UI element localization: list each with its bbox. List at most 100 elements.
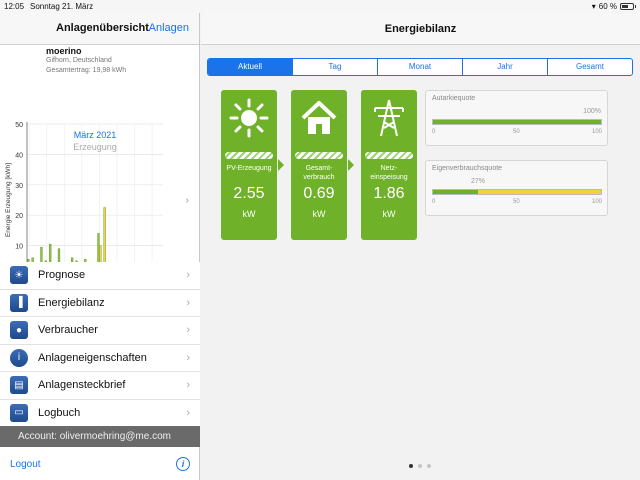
axis-label: 100 (592, 129, 603, 135)
battery-percent: 60 % (598, 2, 617, 11)
tile-label: Netz- einspeisung (370, 165, 408, 181)
flow-arrow-icon (278, 159, 284, 171)
flow-bar (365, 152, 413, 159)
chevron-right-icon: › (186, 269, 190, 282)
axis-label: 0 (432, 129, 436, 135)
profile-card-icon: ▤ (10, 376, 28, 395)
eigenverbrauch-panel: Eigenverbrauchsquote 27% 0 50 100 (425, 160, 608, 216)
production-chart[interactable]: 10203040501591317212529März 2021Erzeugun… (0, 83, 199, 263)
tab-aktuell[interactable]: Aktuell (208, 59, 293, 75)
chart-bar (97, 233, 100, 263)
tile-unit: kW (242, 209, 256, 219)
eigenverbrauch-fill (433, 190, 479, 194)
autarkie-fill (433, 120, 601, 124)
tile-gesamtverbrauch: Gesamt- verbrauch 0.69 kW (291, 90, 347, 240)
power-pylon-icon (374, 99, 404, 137)
house-icon (301, 101, 337, 134)
chart-bar (103, 207, 106, 263)
tile-pv-erzeugung: PV-Erzeugung 2.55 kW (221, 90, 277, 240)
autarkie-panel: Autarkiequote 100% 0 50 100 (425, 90, 608, 146)
eigenverbrauch-bar (432, 189, 602, 195)
flow-bar (295, 152, 343, 159)
menu-item-anlageneigenschaften[interactable]: i Anlageneigenschaften › (0, 344, 200, 372)
page-title: Energiebilanz (201, 13, 640, 45)
menu-item-anlagensteckbrief[interactable]: ▤ Anlagensteckbrief › (0, 372, 200, 400)
tile-value: 0.69 (303, 185, 335, 202)
anlagen-link[interactable]: Anlagen (149, 22, 189, 34)
left-navbar: Anlagenübersicht Anlagen (0, 13, 199, 45)
account-label: Account: olivermoehring@me.com (0, 426, 200, 447)
menu-item-energiebilanz[interactable]: ▐ Energiebilanz › (0, 289, 200, 317)
plant-info[interactable]: moerino Gifhorn, Deutschland Gesamtertra… (0, 45, 199, 83)
menu-item-logbuch[interactable]: ▭ Logbuch › (0, 399, 200, 427)
chevron-right-icon: › (186, 324, 190, 337)
y-tick-label: 40 (15, 152, 23, 159)
menu-label: Anlageneigenschaften (38, 351, 147, 364)
tab-tag[interactable]: Tag (293, 59, 378, 75)
book-icon: ▭ (10, 403, 28, 422)
page-dot (427, 464, 431, 468)
status-time: 12:05 (4, 2, 25, 11)
y-tick-label: 50 (15, 122, 23, 129)
menu-label: Verbraucher (38, 324, 98, 337)
left-panel: Anlagenübersicht Anlagen moerino Gifhorn… (0, 13, 200, 480)
period-tabs: Aktuell Tag Monat Jahr Gesamt (207, 58, 633, 76)
bar-chart-icon: ▐ (10, 293, 28, 312)
y-tick-label: 20 (15, 213, 23, 220)
status-right: ▾ 60 % (591, 0, 636, 13)
tile-label: Gesamt- verbrauch (303, 165, 335, 181)
plant-name: moerino (46, 46, 82, 56)
chart-title: März 2021 (74, 130, 117, 140)
logout-button[interactable]: Logout (10, 459, 41, 470)
menu-label: Logbuch (38, 406, 81, 419)
battery-icon (620, 3, 636, 10)
tab-monat[interactable]: Monat (378, 59, 463, 75)
tab-gesamt[interactable]: Gesamt (548, 59, 632, 75)
menu-item-verbraucher[interactable]: ● Verbraucher › (0, 317, 200, 345)
page-indicator[interactable] (409, 464, 431, 468)
axis-label: 0 (432, 199, 436, 205)
tab-jahr[interactable]: Jahr (463, 59, 548, 75)
status-date: Sonntag 21. März (30, 2, 94, 11)
info-icon: i (10, 348, 28, 367)
y-tick-label: 10 (15, 244, 23, 251)
left-menu: ☀ Prognose › ▐ Energiebilanz › ● Verbrau… (0, 262, 200, 427)
y-tick-label: 30 (15, 183, 23, 190)
autarkie-percent: 100% (583, 108, 601, 115)
status-bar: 12:05 Sonntag 21. März ▾ 60 % (0, 0, 640, 13)
menu-label: Energiebilanz (38, 296, 105, 309)
forecast-icon: ☀ (10, 266, 28, 285)
flow-bar (225, 152, 273, 159)
flow-arrow-icon (348, 159, 354, 171)
chart-svg: 10203040501591317212529März 2021Erzeugun… (5, 122, 163, 263)
eigenverbrauch-rest (478, 190, 601, 194)
page-dot (418, 464, 422, 468)
chart-bar (40, 246, 43, 263)
menu-label: Prognose (38, 269, 86, 282)
tile-netzeinspeisung: Netz- einspeisung 1.86 kW (361, 90, 417, 240)
info-button-icon[interactable]: i (176, 457, 190, 471)
chevron-right-icon: › (186, 406, 190, 419)
tile-value: 1.86 (373, 185, 405, 202)
wifi-icon: ▾ (591, 2, 596, 11)
menu-item-prognose[interactable]: ☀ Prognose › (0, 262, 200, 290)
axis-label: 100 (592, 199, 603, 205)
tile-value: 2.55 (233, 185, 265, 202)
axis-label: 50 (513, 199, 520, 205)
lightbulb-icon: ● (10, 321, 28, 340)
tile-unit: kW (382, 209, 396, 219)
autarkie-title: Autarkiequote (432, 95, 476, 102)
chart-subtitle: Erzeugung (73, 142, 117, 152)
plant-total: Gesamtertrag: 19,98 kWh (46, 67, 127, 74)
chevron-right-icon: › (185, 195, 189, 206)
chart-bar (57, 248, 61, 263)
page-dot (409, 464, 413, 468)
axis-label: 50 (513, 129, 520, 135)
autarkie-bar (432, 119, 602, 125)
left-title: Anlagenübersicht (56, 22, 149, 34)
tile-label: PV-Erzeugung (226, 165, 272, 172)
chart-bar (99, 245, 102, 263)
chevron-right-icon: › (186, 351, 190, 364)
menu-label: Anlagensteckbrief (38, 379, 126, 392)
chevron-right-icon: › (186, 379, 190, 392)
